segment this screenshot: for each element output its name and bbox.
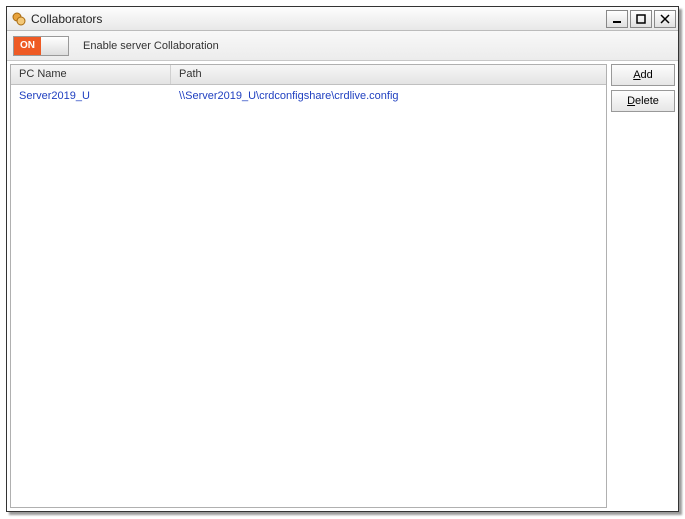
minimize-button[interactable]: [606, 10, 628, 28]
window-title: Collaborators: [31, 12, 606, 26]
body: PC Name Path Server2019_U \\Server2019_U…: [7, 61, 678, 511]
close-button[interactable]: [654, 10, 676, 28]
add-button[interactable]: Add: [611, 64, 675, 86]
collaborators-list: PC Name Path Server2019_U \\Server2019_U…: [10, 64, 607, 508]
column-header-pc[interactable]: PC Name: [11, 65, 171, 84]
cell-pc-name: Server2019_U: [11, 90, 171, 102]
toolbar: ON Enable server Collaboration: [7, 31, 678, 61]
toggle-off-area: [41, 37, 68, 55]
titlebar[interactable]: Collaborators: [7, 7, 678, 31]
delete-button[interactable]: Delete: [611, 90, 675, 112]
list-header: PC Name Path: [11, 65, 606, 85]
toggle-on-label: ON: [14, 37, 41, 55]
toolbar-label: Enable server Collaboration: [83, 40, 219, 52]
maximize-button[interactable]: [630, 10, 652, 28]
enable-toggle[interactable]: ON: [13, 36, 69, 56]
list-body: Server2019_U \\Server2019_U\crdconfigsha…: [11, 85, 606, 507]
table-row[interactable]: Server2019_U \\Server2019_U\crdconfigsha…: [11, 85, 606, 107]
app-icon: [11, 11, 27, 27]
cell-path: \\Server2019_U\crdconfigshare\crdlive.co…: [171, 90, 606, 102]
column-header-path[interactable]: Path: [171, 65, 606, 84]
collaborators-window: Collaborators ON Enable server Collabora…: [6, 6, 679, 512]
window-controls: [606, 10, 676, 28]
side-buttons: Add Delete: [611, 64, 675, 508]
